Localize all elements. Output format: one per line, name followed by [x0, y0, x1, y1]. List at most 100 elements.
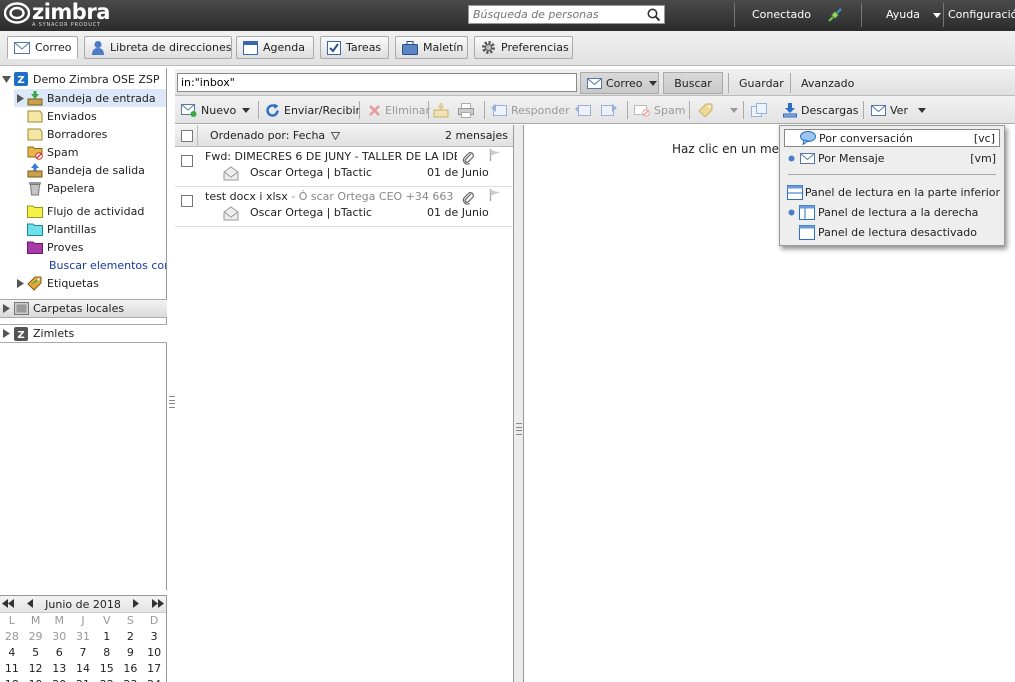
local-folders-label: Carpetas locales: [33, 302, 125, 315]
help-menu[interactable]: Ayuda: [886, 8, 942, 21]
splitter-grip[interactable]: [516, 423, 522, 435]
flag-icon[interactable]: [489, 149, 501, 164]
list-reading-splitter[interactable]: [514, 125, 524, 682]
calendar-day[interactable]: 5: [24, 645, 48, 661]
prev-month-icon[interactable]: [26, 598, 33, 611]
next-year-icon[interactable]: [151, 598, 164, 611]
calendar-day[interactable]: 19: [24, 677, 48, 682]
calendar-day[interactable]: 17: [142, 661, 166, 677]
reply-button[interactable]: Responder: [491, 99, 570, 121]
people-search-input[interactable]: [469, 6, 644, 23]
calendar-day[interactable]: 31: [71, 629, 95, 645]
advanced-search-button[interactable]: Avanzado: [795, 72, 860, 94]
spam-label: Spam: [654, 103, 686, 117]
calendar-day[interactable]: 3: [142, 629, 166, 645]
sidebar-item-tags[interactable]: Etiquetas: [14, 274, 166, 292]
sidebar-item-activity-stream[interactable]: Flujo de actividad: [26, 202, 166, 220]
search-query-input[interactable]: [177, 73, 577, 92]
calendar-day[interactable]: 9: [119, 645, 143, 661]
calendar-day[interactable]: 8: [95, 645, 119, 661]
zimbra-logo[interactable]: zimbra A SYNACOR PRODUCT: [3, 2, 110, 29]
calendar-day[interactable]: 23: [119, 677, 143, 682]
flag-icon[interactable]: [489, 189, 501, 204]
calendar-day[interactable]: 4: [0, 645, 24, 661]
menu-item-reading-pane-off[interactable]: Panel de lectura desactivado: [784, 223, 1000, 241]
downloads-button[interactable]: Descargas: [783, 99, 859, 121]
sidebar-item-outbox[interactable]: Bandeja de salida: [26, 161, 166, 179]
expand-arrow-icon[interactable]: [14, 93, 26, 103]
tag-button[interactable]: [698, 99, 738, 121]
tab-briefcase[interactable]: Maletín: [395, 36, 468, 59]
send-receive-button[interactable]: Enviar/Recibir: [265, 99, 360, 121]
collapse-arrow-icon[interactable]: [0, 75, 12, 84]
calendar-day[interactable]: 30: [47, 629, 71, 645]
settings-menu[interactable]: Configuración: [948, 8, 1015, 21]
expand-arrow-icon[interactable]: [0, 304, 12, 313]
chevron-down-icon[interactable]: [730, 107, 738, 113]
sidebar-item-inbox[interactable]: Bandeja de entrada: [14, 89, 166, 107]
list-item[interactable]: Fwd: DIMECRES 6 DE JUNY - TALLER DE LA I…: [175, 147, 513, 187]
account-row[interactable]: Z Demo Zimbra OSE ZSP: [0, 70, 167, 88]
tab-tasks[interactable]: Tareas: [320, 36, 389, 59]
sidebar-item-spam[interactable]: Spam: [26, 143, 166, 161]
expand-arrow-icon[interactable]: [14, 278, 26, 288]
chevron-down-icon[interactable]: [242, 107, 251, 113]
list-item[interactable]: test docx i xlsx - Ó scar Ortega CEO +34…: [175, 187, 513, 227]
calendar-day[interactable]: 2: [119, 629, 143, 645]
calendar-day[interactable]: 18: [0, 677, 24, 682]
sidebar-item-drafts[interactable]: Borradores: [26, 125, 166, 143]
calendar-day[interactable]: 6: [47, 645, 71, 661]
calendar-day[interactable]: 13: [47, 661, 71, 677]
view-toggle-button[interactable]: [751, 99, 771, 121]
menu-item-reading-pane-right[interactable]: Panel de lectura a la derecha: [784, 203, 1000, 221]
calendar-day[interactable]: 22: [95, 677, 119, 682]
tab-mail[interactable]: Correo: [7, 36, 78, 59]
calendar-day[interactable]: 7: [71, 645, 95, 661]
calendar-day[interactable]: 1: [95, 629, 119, 645]
save-search-button[interactable]: Guardar: [733, 72, 790, 94]
zimlets-header[interactable]: Z Zimlets: [0, 324, 167, 343]
search-scope-dropdown[interactable]: Correo: [580, 72, 659, 94]
row-checkbox[interactable]: [181, 155, 193, 167]
calendar-day[interactable]: 21: [71, 677, 95, 682]
reply-all-button[interactable]: [575, 99, 595, 121]
local-folders-header[interactable]: Carpetas locales: [0, 299, 167, 318]
spam-button[interactable]: Spam: [634, 99, 685, 121]
menu-item-by-message[interactable]: Por Mensaje [vm]: [784, 149, 1000, 167]
tab-preferences[interactable]: Preferencias: [474, 36, 573, 59]
sort-label[interactable]: Ordenado por: Fecha: [210, 129, 325, 142]
calendar-day[interactable]: 24: [142, 677, 166, 682]
calendar-day[interactable]: 11: [0, 661, 24, 677]
calendar-day[interactable]: 12: [24, 661, 48, 677]
calendar-day[interactable]: 10: [142, 645, 166, 661]
sort-arrow-icon[interactable]: [331, 131, 341, 140]
sidebar-item-templates[interactable]: Plantillas: [26, 220, 166, 238]
print-button[interactable]: [458, 99, 478, 121]
find-shares-link[interactable]: Buscar elementos compartidos...: [49, 256, 166, 274]
delete-button[interactable]: Eliminar: [368, 99, 430, 121]
calendar-day[interactable]: 29: [24, 629, 48, 645]
calendar-day[interactable]: 28: [0, 629, 24, 645]
tab-contacts[interactable]: Libreta de direcciones: [84, 36, 232, 59]
sidebar-item-sent[interactable]: Enviados: [26, 107, 166, 125]
new-message-button[interactable]: Nuevo: [181, 99, 251, 121]
view-menu-button[interactable]: Ver: [871, 99, 926, 121]
search-icon[interactable]: [647, 8, 661, 25]
menu-item-reading-pane-bottom[interactable]: Panel de lectura en la parte inferior: [784, 183, 1000, 201]
tab-calendar[interactable]: Agenda: [236, 36, 314, 59]
expand-arrow-icon[interactable]: [0, 329, 12, 338]
select-all-checkbox[interactable]: [181, 129, 193, 142]
search-button[interactable]: Buscar: [663, 72, 723, 94]
move-button[interactable]: [433, 99, 453, 121]
next-month-icon[interactable]: [133, 598, 140, 611]
sidebar-item-proves[interactable]: Proves: [26, 238, 166, 256]
calendar-day[interactable]: 16: [119, 661, 143, 677]
calendar-day[interactable]: 14: [71, 661, 95, 677]
menu-item-by-conversation[interactable]: Por conversación [vc]: [784, 129, 1000, 147]
sidebar-item-trash[interactable]: Papelera: [26, 179, 166, 197]
row-checkbox[interactable]: [181, 195, 193, 207]
prev-year-icon[interactable]: [2, 598, 14, 611]
calendar-day[interactable]: 20: [47, 677, 71, 682]
forward-button[interactable]: [601, 99, 621, 121]
calendar-day[interactable]: 15: [95, 661, 119, 677]
